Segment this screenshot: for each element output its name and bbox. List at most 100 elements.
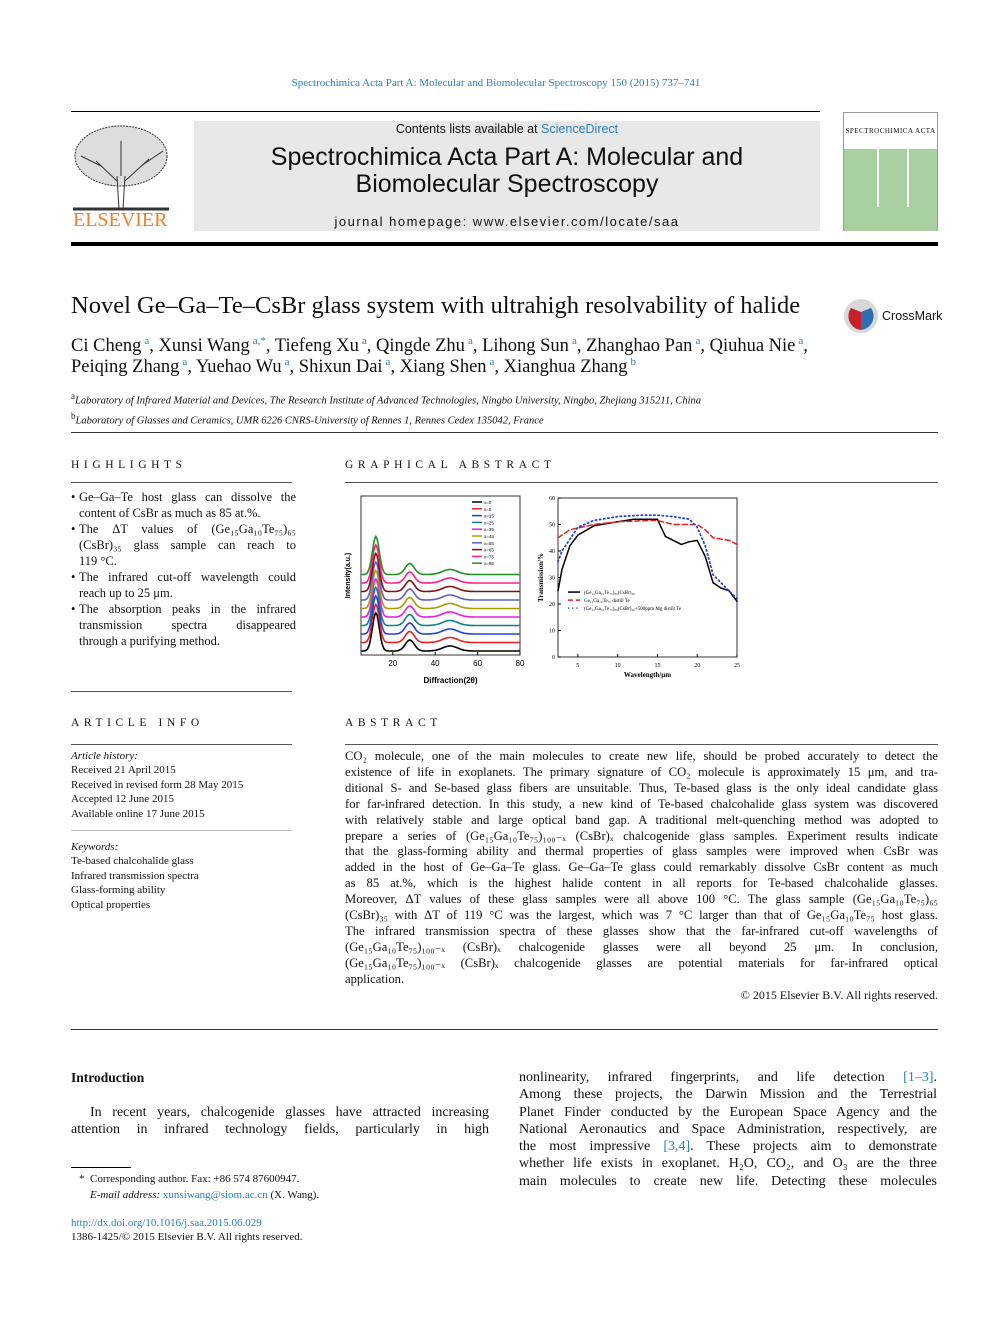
- journal-citation[interactable]: Spectrochimica Acta Part A: Molecular an…: [0, 77, 992, 89]
- author-name[interactable]: Xunsi Wang: [159, 336, 250, 356]
- x-tick-label: 25: [734, 663, 740, 669]
- abstract-copyright: © 2015 Elsevier B.V. All rights reserved…: [740, 988, 938, 1002]
- affiliation-marker[interactable]: a: [468, 335, 473, 347]
- abstract-line: with relatively stable and large optical…: [345, 812, 938, 827]
- abstract-line: prepare a series of (Ge₁₅Ga₁₀Te₇₅)₁₀₀₋ₓ …: [345, 828, 938, 843]
- author-name[interactable]: Yuehao Wu: [196, 357, 282, 377]
- y-tick-label: 60: [549, 496, 555, 502]
- body-line: the most impressive [3,4]. These project…: [519, 1139, 937, 1155]
- legend-label: x=65: [484, 548, 494, 553]
- x-tick-label: 60: [473, 659, 482, 668]
- legend-label: x=0: [484, 500, 492, 505]
- affiliation-marker[interactable]: a: [490, 356, 495, 368]
- author-name[interactable]: Zhanghao Pan: [586, 336, 692, 356]
- xrd-series-x=85: [361, 534, 520, 576]
- body-line: whether life exists in exoplanet. H₂O, C…: [519, 1156, 937, 1172]
- abstract-line: for far-infrared detection. In this stud…: [345, 796, 938, 811]
- y-tick-label: 20: [549, 602, 555, 608]
- y-tick-label: 0: [552, 655, 555, 661]
- abstract-line: The infrared transmission spectra of the…: [345, 923, 938, 938]
- affiliation-marker[interactable]: a,*: [253, 335, 266, 347]
- article-info-heading: ARTICLE INFO: [71, 717, 204, 729]
- abstract-line: CO₂ molecule, one of the main molecules …: [345, 749, 938, 763]
- affiliation-marker[interactable]: a: [695, 335, 700, 347]
- y-tick-label: 30: [549, 576, 555, 582]
- affiliation-marker[interactable]: a: [285, 356, 290, 368]
- transmission-series-0: [557, 518, 738, 603]
- citation-link[interactable]: [1–3]: [903, 1070, 933, 1085]
- y-tick-label: 50: [549, 523, 555, 529]
- x-tick-label: 15: [654, 663, 660, 669]
- article-title: Novel Ge–Ga–Te–CsBr glass system with ul…: [71, 292, 801, 319]
- author-name[interactable]: Ci Cheng: [71, 336, 141, 356]
- email-link[interactable]: xunsiwang@siom.ac.cn: [163, 1189, 268, 1201]
- affiliation-marker[interactable]: a: [144, 335, 149, 347]
- author-name[interactable]: Xiang Shen: [400, 357, 487, 377]
- legend-label: Ge₁₅Ga₁₀Te₇₅ distill Te: [584, 599, 631, 604]
- highlight-item: Ge–Ga–Te host glass can dissolve thecont…: [71, 489, 296, 521]
- author-name[interactable]: Lihong Sun: [482, 336, 569, 356]
- legend-label: x=35: [484, 527, 494, 532]
- abstract-heading: ABSTRACT: [345, 717, 442, 729]
- intro-right-text: nonlinearity, infrared fingerprints, and…: [519, 1069, 937, 1190]
- sciencedirect-link[interactable]: ScienceDirect: [541, 122, 618, 136]
- graphical-abstract-heading: GRAPHICAL ABSTRACT: [345, 459, 556, 471]
- x-tick-label: 40: [431, 659, 440, 668]
- cover-title: SPECTROCHIMICA ACTA: [845, 127, 936, 135]
- y-tick-label: 40: [549, 549, 555, 555]
- x-tick-label: 5: [576, 663, 579, 669]
- affiliation-marker[interactable]: a: [182, 356, 187, 368]
- x-tick-label: 80: [516, 659, 525, 668]
- transmission-series-2: [557, 514, 738, 600]
- body-line: National Aeronautics and Space Administr…: [519, 1121, 937, 1137]
- journal-cover[interactable]: SPECTROCHIMICA ACTA: [843, 112, 938, 231]
- author-name[interactable]: Peiqing Zhang: [71, 357, 179, 377]
- affiliation-marker[interactable]: a: [572, 335, 577, 347]
- affiliation-marker[interactable]: a: [798, 335, 803, 347]
- legend-label: x=75: [484, 554, 494, 559]
- legend-label: (Ge₁₅Ga₁₀Te₇₅)₈₀(CsBr)₂₀+500ppm Mg disti…: [584, 607, 682, 612]
- elsevier-logo[interactable]: ELSEVIER: [71, 121, 171, 231]
- keywords: Keywords: Te-based chalcohalide glass Inf…: [71, 841, 199, 911]
- legend-label: x=55: [484, 541, 494, 546]
- elsevier-tree-icon: [73, 125, 169, 211]
- abstract-line: as 85 at.%, which is the highest halide …: [345, 876, 938, 891]
- elsevier-wordmark: ELSEVIER: [73, 209, 168, 231]
- affiliation-marker[interactable]: b: [630, 356, 636, 368]
- footnote: * Corresponding author. Fax: +86 574 876…: [79, 1173, 320, 1201]
- affiliation-a: aLaboratory of Infrared Material and Dev…: [71, 391, 702, 407]
- abstract-line: that the glass-forming ability and therm…: [345, 844, 938, 859]
- journal-title[interactable]: Spectrochimica Acta Part A: Molecular an…: [194, 144, 820, 198]
- legend-label: x=15: [484, 514, 494, 519]
- author-name[interactable]: Qingde Zhu: [376, 336, 465, 356]
- intro-left-text: In recent years, chalcogenide glasses ha…: [71, 1105, 489, 1138]
- y-axis-label: Intensity(a.u.): [345, 553, 352, 599]
- xrd-chart: 20 40 60 80 Diffraction(2θ) Intensity(a.u.) x=…: [345, 495, 525, 685]
- author-name[interactable]: Tiefeng Xu: [275, 336, 359, 356]
- journal-homepage[interactable]: journal homepage: www.elsevier.com/locat…: [194, 214, 820, 229]
- journal-title-line-1: Spectrochimica Acta Part A: Molecular an…: [270, 143, 744, 171]
- crossmark-icon: [844, 299, 878, 333]
- affiliation-b: bLaboratory of Glasses and Ceramics, UMR…: [71, 410, 544, 427]
- author-name[interactable]: Xianghua Zhang: [504, 357, 628, 377]
- affiliation-marker[interactable]: a: [386, 356, 391, 368]
- legend-label: x=45: [484, 534, 494, 539]
- affiliation-marker[interactable]: a: [362, 335, 367, 347]
- author-name[interactable]: Qiuhua Nie: [710, 336, 796, 356]
- x-tick-label: 20: [388, 659, 397, 668]
- legend-label: x=85: [484, 561, 494, 566]
- xrd-series-x=75: [361, 543, 520, 584]
- authors-line-2: Peiqing Zhang a, Yuehao Wu a, Shixun Dai a,…: [71, 356, 636, 378]
- body-line: Planet Finder conducted by the European …: [519, 1104, 937, 1120]
- abstract-line: added in the host of Ge–Ga–Te glass. Ge–…: [345, 860, 938, 875]
- legend-label: x=5: [484, 507, 492, 512]
- citation-link[interactable]: [3,4]: [663, 1139, 690, 1154]
- crossmark-badge[interactable]: CrossMark: [843, 298, 942, 334]
- body-line: nonlinearity, infrared fingerprints, and…: [519, 1070, 937, 1085]
- author-name[interactable]: Shixun Dai: [299, 357, 383, 377]
- doi-link[interactable]: http://dx.doi.org/10.1016/j.saa.2015.06.…: [71, 1217, 262, 1229]
- abstract-text: CO₂ molecule, one of the main molecules …: [345, 749, 938, 988]
- highlight-item: The infrared cut-off wavelength couldrea…: [71, 569, 296, 601]
- abstract-line: (CsBr)₃₅ with ΔT of 119 °C was the large…: [345, 908, 938, 923]
- highlights-list: Ge–Ga–Te host glass can dissolve thecont…: [71, 489, 296, 649]
